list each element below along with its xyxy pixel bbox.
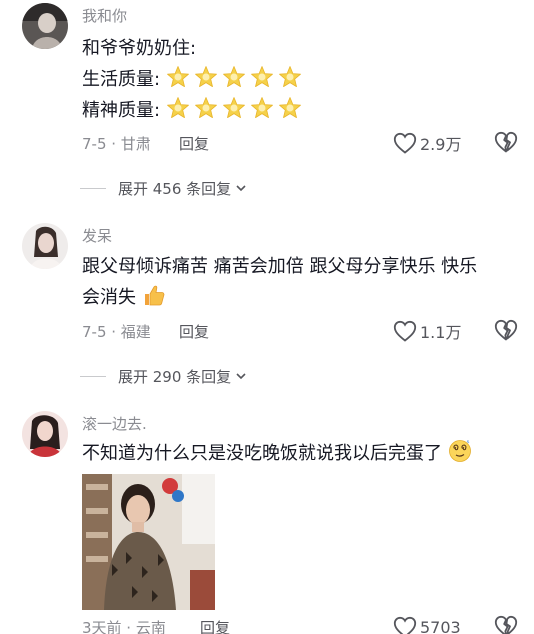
time-location: 7-5 · 福建 <box>82 323 151 341</box>
avatar[interactable] <box>22 3 68 49</box>
like-button[interactable]: 1.1万 <box>393 319 461 343</box>
like-count: 2.9万 <box>420 135 462 154</box>
heart-icon <box>393 320 417 342</box>
star-icon <box>278 97 301 118</box>
comment-image[interactable] <box>82 474 215 610</box>
star-icon <box>222 97 245 118</box>
expand-replies-button[interactable]: 展开 456 条回复 <box>80 177 247 199</box>
like-count: 5703 <box>420 617 461 634</box>
star-icon <box>250 97 273 118</box>
comment-line: 不知道为什么只是没吃晚饭就说我以后完蛋了 <box>82 438 522 469</box>
expand-replies-label: 展开 290 条回复 <box>118 367 232 386</box>
divider <box>80 375 106 377</box>
username[interactable]: 发呆 <box>82 225 112 246</box>
comment-meta: 7-5 · 甘肃 回复 2.9万 <box>82 131 522 155</box>
username[interactable]: 滚一边去. <box>82 413 147 434</box>
reply-button[interactable]: 回复 <box>179 321 209 342</box>
dizzy-face-icon <box>448 440 471 462</box>
chevron-down-icon <box>236 185 246 192</box>
like-count: 1.1万 <box>420 323 462 342</box>
comment-line-text: 会消失 <box>82 287 136 308</box>
star-icon <box>222 66 245 87</box>
star-icon <box>250 66 273 87</box>
heart-icon <box>393 616 417 634</box>
time-location: 7-5 · 甘肃 <box>82 135 151 153</box>
star-icon <box>278 66 301 87</box>
comment-meta: 7-5 · 福建 回复 1.1万 <box>82 319 522 343</box>
heart-icon <box>393 132 417 154</box>
broken-heart-icon[interactable] <box>494 615 518 634</box>
comment-line: 跟父母倾诉痛苦 痛苦会加倍 跟父母分享快乐 快乐 <box>82 256 478 277</box>
avatar[interactable] <box>22 223 68 269</box>
broken-heart-icon[interactable] <box>494 131 518 153</box>
star-rating <box>166 97 306 121</box>
star-icon <box>194 97 217 118</box>
comment-line-with-stars: 精神质量: <box>82 95 522 126</box>
avatar[interactable] <box>22 411 68 457</box>
expand-replies-label: 展开 456 条回复 <box>118 179 232 198</box>
rating-label: 精神质量: <box>82 100 161 121</box>
like-button[interactable]: 2.9万 <box>393 131 461 155</box>
comment-text: 和爷爷奶奶住: 生活质量: 精神质量: <box>82 33 522 126</box>
like-button[interactable]: 5703 <box>393 615 461 634</box>
comment-text: 跟父母倾诉痛苦 痛苦会加倍 跟父母分享快乐 快乐 会消失 <box>82 251 522 313</box>
reply-button[interactable]: 回复 <box>179 133 209 154</box>
username[interactable]: 我和你 <box>82 5 127 26</box>
expand-replies-button[interactable]: 展开 290 条回复 <box>80 365 247 387</box>
star-icon <box>166 97 189 118</box>
comment-line: 会消失 <box>82 282 522 313</box>
comment-line: 和爷爷奶奶住: <box>82 38 197 59</box>
star-icon <box>194 66 217 87</box>
comment-line-text: 不知道为什么只是没吃晚饭就说我以后完蛋了 <box>82 443 442 464</box>
comment-text: 不知道为什么只是没吃晚饭就说我以后完蛋了 <box>82 438 522 469</box>
reply-button[interactable]: 回复 <box>200 617 230 634</box>
broken-heart-icon[interactable] <box>494 319 518 341</box>
star-rating <box>166 66 306 90</box>
chevron-down-icon <box>236 373 246 380</box>
time-location: 3天前 · 云南 <box>82 619 166 634</box>
divider <box>80 187 106 189</box>
comment-line-with-stars: 生活质量: <box>82 64 522 95</box>
rating-label: 生活质量: <box>82 69 161 90</box>
comment-meta: 3天前 · 云南 回复 5703 <box>82 615 522 634</box>
thumbs-up-icon <box>144 285 165 306</box>
star-icon <box>166 66 189 87</box>
